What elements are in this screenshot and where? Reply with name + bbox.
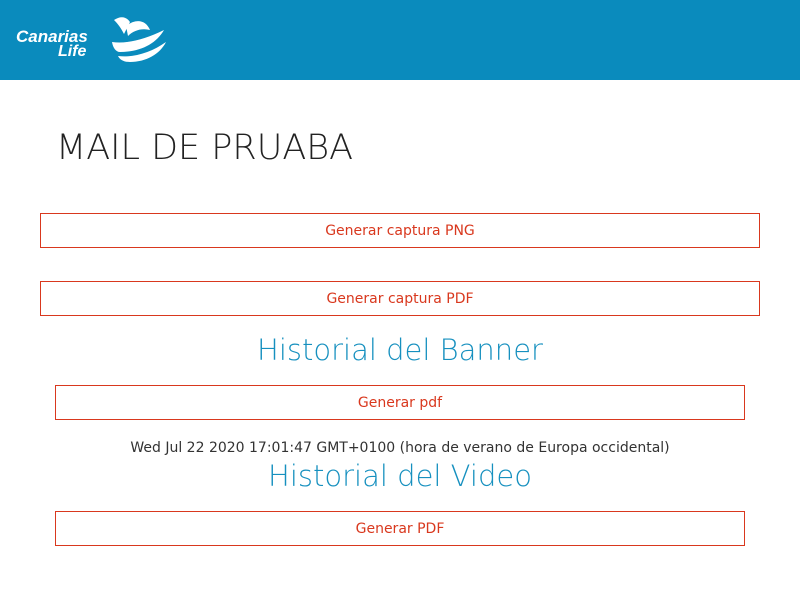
page-title: MAIL DE PRUABA (56, 128, 354, 168)
generate-pdf-capture-button[interactable]: Generar captura PDF (40, 281, 760, 316)
banner-history-title: Historial del Banner (257, 333, 543, 367)
generate-png-capture-button[interactable]: Generar captura PNG (40, 213, 760, 248)
video-history-title: Historial del Video (268, 459, 532, 493)
banner-history-timestamp: Wed Jul 22 2020 17:01:47 GMT+0100 (hora … (130, 440, 670, 456)
canarias-life-logo-icon (112, 17, 166, 62)
logo-text-life: Life (58, 43, 87, 60)
canarias-life-logo[interactable]: Canarias Life (14, 14, 174, 64)
header-bar: Canarias Life (0, 0, 800, 80)
banner-generate-pdf-button[interactable]: Generar pdf (55, 385, 745, 420)
video-generate-pdf-button[interactable]: Generar PDF (55, 511, 745, 546)
